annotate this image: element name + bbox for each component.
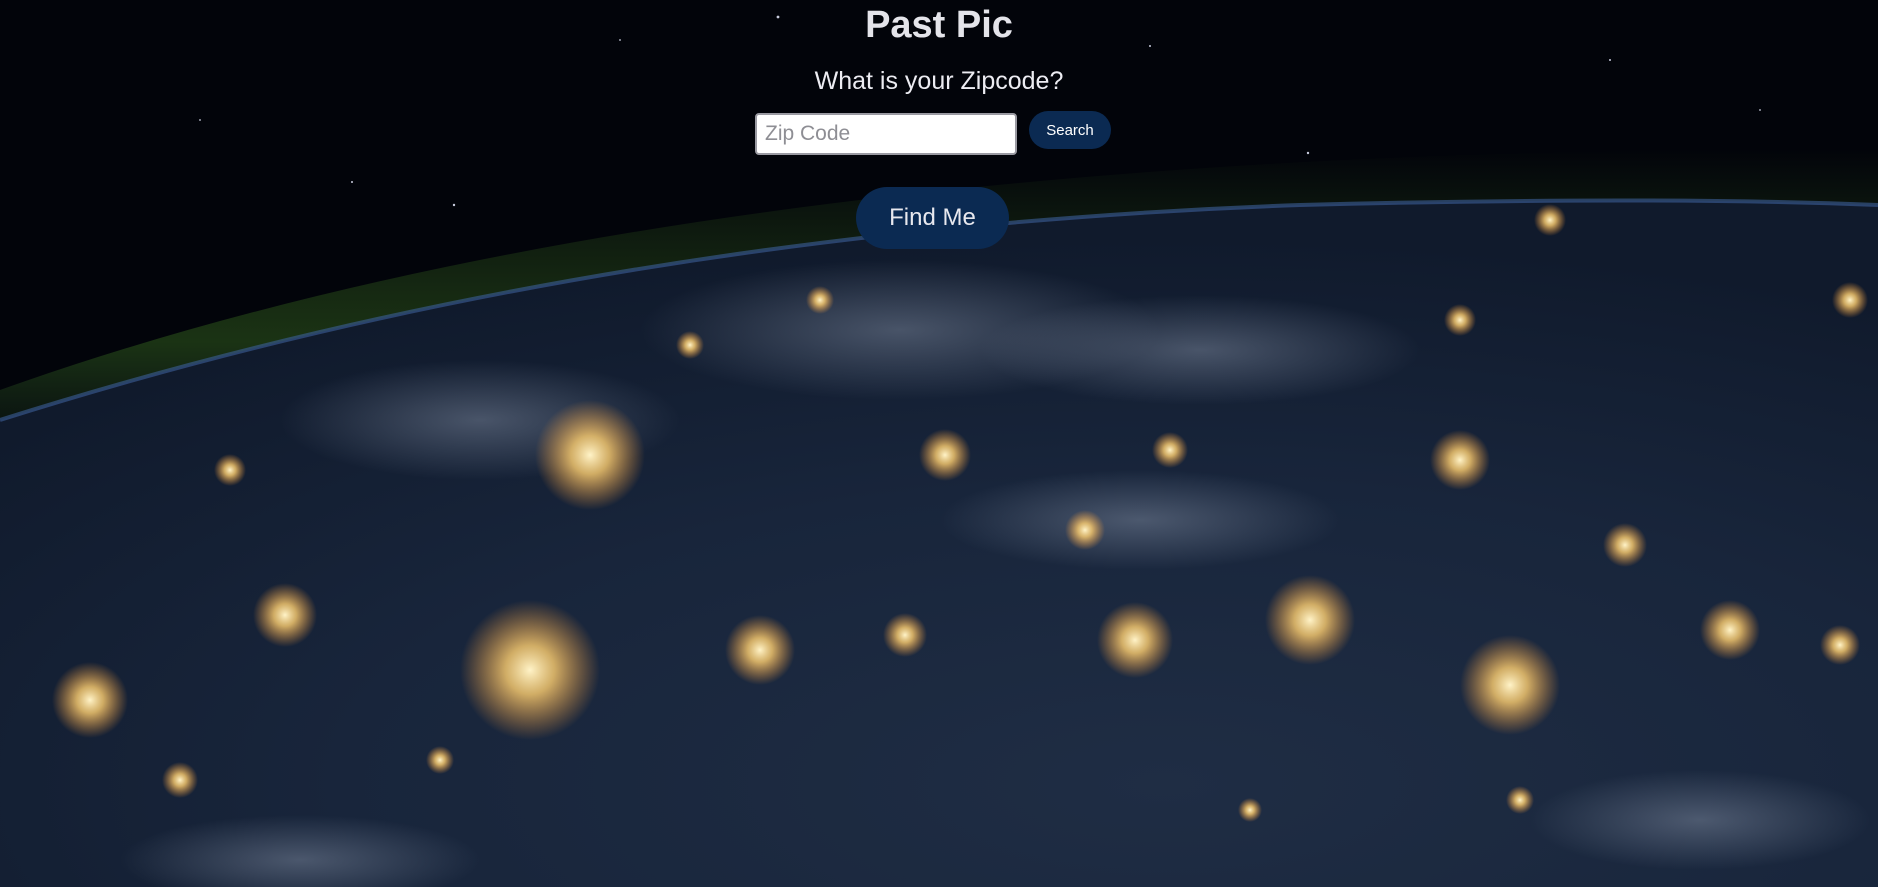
page-title: Past Pic: [865, 4, 1013, 46]
page: Past Pic What is your Zipcode? Search Fi…: [0, 0, 1878, 887]
zipcode-question: What is your Zipcode?: [814, 67, 1064, 95]
find-me-button[interactable]: Find Me: [856, 187, 1009, 249]
zip-code-input[interactable]: [755, 113, 1017, 155]
search-button[interactable]: Search: [1029, 111, 1111, 149]
